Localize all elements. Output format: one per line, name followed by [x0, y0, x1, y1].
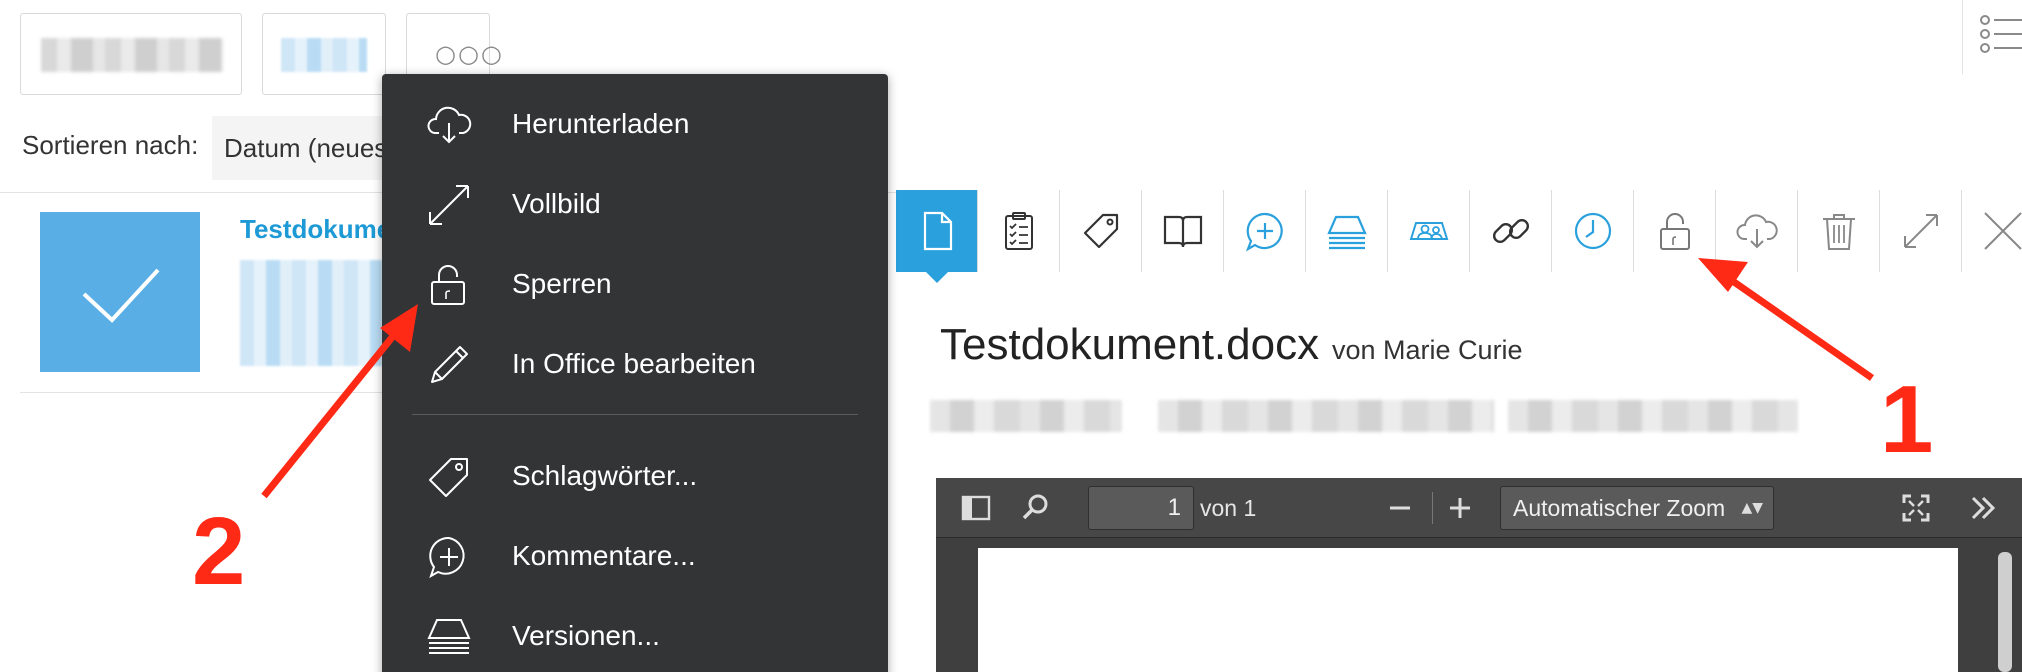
menu-item-edit-in-office[interactable]: In Office bearbeiten: [382, 324, 888, 404]
document-toolbar: [896, 190, 2022, 283]
document-icon: [923, 211, 953, 251]
blurred-icon: [281, 38, 367, 72]
tag-icon: [1083, 213, 1119, 249]
sidebar-toggle-icon[interactable]: [958, 490, 994, 526]
link-icon: [1492, 218, 1530, 244]
menu-item-comments[interactable]: Kommentare...: [382, 516, 888, 596]
blurred-document-meta-1: [930, 400, 1122, 432]
top-right-divider: [1962, 0, 1963, 74]
zoom-in-icon[interactable]: [1442, 490, 1478, 526]
check-icon: [82, 268, 160, 323]
lock-open-icon: [431, 265, 465, 305]
versions-icon: [427, 619, 471, 654]
menu-item-versions[interactable]: Versionen...: [382, 596, 888, 672]
versions-icon: [1327, 215, 1367, 250]
context-menu: Herunterladen Vollbild Sperren In Office…: [382, 74, 888, 672]
menu-separator: [412, 414, 858, 415]
toolbar-comments-button[interactable]: [1224, 190, 1306, 272]
pdf-page: [978, 548, 1958, 672]
menu-item-tags[interactable]: Schlagwörter...: [382, 436, 888, 516]
menu-item-download[interactable]: Herunterladen: [382, 84, 888, 164]
toolbar-lock-button[interactable]: [1634, 190, 1716, 272]
pencil-icon: [431, 346, 468, 383]
select-arrows-icon: ▲▼: [1741, 500, 1763, 516]
zoom-select[interactable]: Automatischer Zoom ▲▼: [1500, 486, 1774, 530]
toolbar-close-button[interactable]: [1962, 190, 2022, 272]
document-detail-panel: Testdokument.docx von Marie Curie 1 von …: [896, 190, 2022, 672]
pdf-viewer-toolbar: 1 von 1 Automatischer Zoom ▲▼: [936, 478, 2022, 538]
more-dots-icon: ○○○: [435, 40, 504, 68]
zoom-separator: [1432, 492, 1433, 524]
menu-item-label: Kommentare...: [512, 540, 696, 571]
menu-item-label: Sperren: [512, 268, 612, 299]
zoom-select-value: Automatischer Zoom: [1513, 495, 1726, 521]
list-divider-bottom: [20, 392, 390, 393]
toolbar-versions-button[interactable]: [1306, 190, 1388, 272]
blurred-metadata: [240, 260, 382, 366]
toolbar-delete-button[interactable]: [1798, 190, 1880, 272]
comment-plus-icon: [1245, 212, 1283, 252]
page-number-input[interactable]: 1: [1088, 486, 1194, 530]
cloud-download-icon: [1736, 214, 1778, 249]
list-view-icon[interactable]: [1980, 14, 2022, 56]
blurred-document-meta-3: [1508, 400, 1798, 432]
document-title: Testdokument.docx: [940, 320, 1320, 369]
toolbar-link-button[interactable]: [1470, 190, 1552, 272]
toolbar-reminder-button[interactable]: [1552, 190, 1634, 272]
menu-item-fullscreen[interactable]: Vollbild: [382, 164, 888, 244]
cloud-download-icon: [427, 106, 472, 144]
comment-plus-icon: [429, 536, 465, 579]
blurred-document-meta-2: [1158, 400, 1494, 432]
menu-item-label: Vollbild: [512, 188, 601, 219]
menu-item-label: Schlagwörter...: [512, 460, 698, 491]
toolbar-share-button[interactable]: [1388, 190, 1470, 272]
menu-item-label: Versionen...: [512, 620, 660, 651]
trash-icon: [1823, 214, 1855, 250]
sort-label: Sortieren nach:: [22, 130, 199, 160]
list-item-title[interactable]: Testdokument.docx: [240, 214, 382, 245]
zoom-out-icon[interactable]: [1382, 490, 1418, 526]
clock-icon: [1574, 212, 1612, 250]
menu-item-label: In Office bearbeiten: [512, 348, 756, 379]
sort-select[interactable]: Datum (neueste zuerst): [212, 116, 392, 180]
viewer-scrollbar[interactable]: [1998, 552, 2012, 672]
blurred-label: [41, 38, 223, 72]
search-icon[interactable]: [1018, 490, 1054, 526]
expand-icon: [1904, 214, 1938, 248]
toolbar-fullscreen-button[interactable]: [1880, 190, 1962, 272]
annotation-label-2: 2: [192, 498, 246, 605]
clipboard-checklist-icon: [1005, 212, 1033, 250]
shared-users-icon: [1409, 222, 1449, 240]
page-count-label: von 1: [1200, 495, 1257, 521]
blurred-view-button[interactable]: [262, 13, 386, 95]
selected-checkbox-thumbnail[interactable]: [40, 212, 200, 372]
toolbar-document-button[interactable]: [896, 190, 978, 283]
tag-icon: [429, 458, 468, 497]
presentation-mode-icon[interactable]: [1898, 490, 1934, 526]
toolbar-download-button[interactable]: [1716, 190, 1798, 272]
toolbar-tags-button[interactable]: [1060, 190, 1142, 272]
menu-item-label: Herunterladen: [512, 108, 690, 139]
toolbar-read-button[interactable]: [1142, 190, 1224, 272]
book-icon: [1163, 215, 1203, 248]
toolbar-tasks-button[interactable]: [978, 190, 1060, 272]
document-author: von Marie Curie: [1332, 335, 1523, 365]
expand-icon: [429, 185, 469, 225]
annotation-label-1: 1: [1880, 366, 1934, 473]
lock-open-icon: [1660, 213, 1690, 250]
double-chevron-right-icon[interactable]: [1966, 490, 2002, 526]
close-icon: [1984, 212, 2022, 250]
blurred-action-button[interactable]: [20, 13, 242, 95]
menu-item-lock[interactable]: Sperren: [382, 244, 888, 324]
pdf-viewer: 1 von 1 Automatischer Zoom ▲▼: [936, 478, 2022, 672]
